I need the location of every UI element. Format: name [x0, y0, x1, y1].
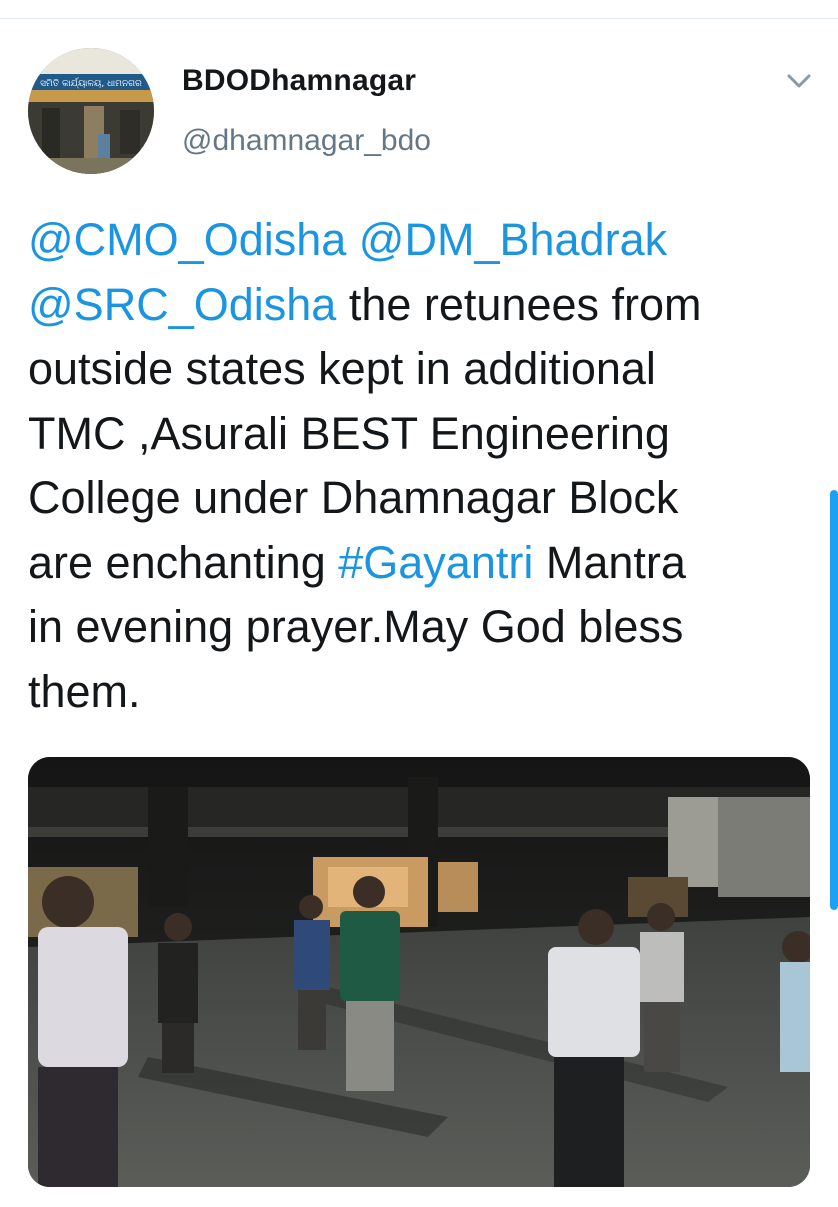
mention-dm-bhadrak[interactable]: @DM_Bhadrak: [359, 214, 667, 265]
display-name[interactable]: BDODhamnagar: [182, 64, 416, 98]
mention-cmo-odisha[interactable]: @CMO_Odisha: [28, 214, 346, 265]
tweet-text-line: College under Dhamnagar Block: [28, 472, 679, 523]
tweet-text-segment: the retunees from: [336, 278, 702, 330]
user-handle[interactable]: @dhamnagar_bdo: [182, 124, 431, 158]
tweet-text-line: them.: [28, 665, 141, 717]
avatar-sign-text: ସମିତି କାର୍ଯ୍ୟାଳୟ, ଧାମନଗର: [40, 77, 142, 89]
tweet-text-segment: Mantra: [533, 536, 686, 588]
text-space: [346, 214, 359, 265]
avatar[interactable]: ସମିତି କାର୍ଯ୍ୟାଳୟ, ଧାମନଗର: [28, 48, 154, 174]
chevron-down-icon[interactable]: [782, 64, 816, 98]
avatar-image: ସମିତି କାର୍ଯ୍ୟାଳୟ, ଧାମନଗର: [28, 48, 154, 174]
top-divider: [0, 18, 838, 19]
tweet-text-line: TMC ,Asurali BEST Engineering: [28, 407, 670, 459]
hashtag-gayantri[interactable]: #Gayantri: [338, 537, 533, 588]
video-thumbnail: [28, 757, 810, 1187]
tweet-text-segment: are enchanting: [28, 536, 339, 588]
tweet-media-video[interactable]: [28, 757, 810, 1187]
tweet-text-line: @CMO_Odisha @DM_Bhadrak: [28, 208, 818, 273]
scrollbar[interactable]: [830, 490, 838, 910]
tweet-text-line: @SRC_Odisha the retunees from: [28, 273, 818, 338]
tweet-text-line: in evening prayer.May God bless: [28, 601, 684, 652]
mention-src-odisha[interactable]: @SRC_Odisha: [28, 279, 336, 330]
tweet-text: @CMO_Odisha @DM_Bhadrak @SRC_Odisha the …: [28, 208, 818, 724]
tweet-text-line: outside states kept in additional: [28, 343, 656, 394]
tweet-text-line: are enchanting #Gayantri Mantra: [28, 531, 818, 596]
